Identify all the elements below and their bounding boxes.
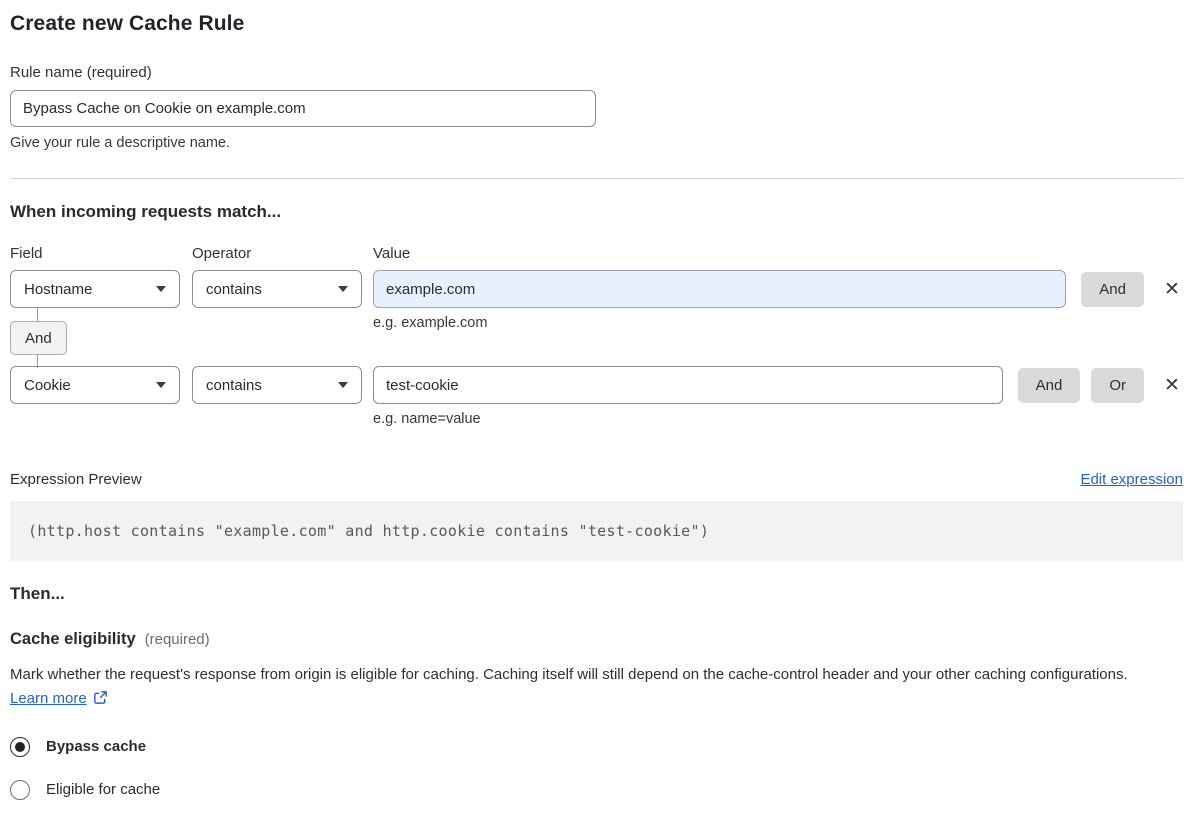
and-button-row-1[interactable]: And bbox=[1081, 271, 1144, 307]
create-cache-rule-form: Create new Cache Rule Rule name (require… bbox=[0, 0, 1200, 830]
expression-header: Expression Preview Edit expression bbox=[10, 471, 1183, 488]
field-select-2[interactable]: Cookie bbox=[10, 366, 180, 404]
operator-select-2-value: contains bbox=[206, 376, 262, 394]
chevron-down-icon bbox=[156, 286, 166, 292]
operator-column-label: Operator bbox=[192, 245, 252, 262]
radio-label-eligible-for-cache: Eligible for cache bbox=[46, 781, 161, 799]
radio-dot bbox=[15, 741, 25, 752]
description-text: Mark whether the request's response from… bbox=[10, 666, 1128, 683]
and-button-row-2[interactable]: And bbox=[1017, 367, 1081, 403]
value-help-2: e.g. name=value bbox=[373, 411, 481, 427]
then-heading: Then... bbox=[10, 584, 65, 603]
condition-row-1: Hostname contains And ✕ bbox=[10, 270, 1183, 308]
rule-name-input[interactable] bbox=[10, 90, 596, 127]
rule-name-help: Give your rule a descriptive name. bbox=[10, 135, 231, 151]
value-input-1[interactable] bbox=[373, 270, 1067, 308]
learn-more-link[interactable]: Learn more bbox=[10, 690, 87, 707]
remove-condition-icon[interactable]: ✕ bbox=[1161, 278, 1183, 300]
value-input-2[interactable] bbox=[373, 366, 1003, 404]
and-connector-button[interactable]: And bbox=[10, 321, 67, 355]
field-select-2-value: Cookie bbox=[24, 376, 71, 394]
row-1-buttons: And ✕ bbox=[1081, 271, 1183, 307]
edit-expression-link[interactable]: Edit expression bbox=[1080, 471, 1183, 488]
between-rows: e.g. example.com And bbox=[10, 308, 1183, 368]
operator-select-1-value: contains bbox=[206, 280, 262, 298]
chevron-down-icon bbox=[338, 286, 348, 292]
external-link-icon bbox=[93, 689, 108, 713]
chevron-down-icon bbox=[156, 382, 166, 388]
cache-eligibility-description: Mark whether the request's response from… bbox=[10, 663, 1170, 714]
condition-row-2: Cookie contains And Or ✕ bbox=[10, 366, 1183, 404]
cache-eligibility-heading-row: Cache eligibility (required) bbox=[10, 630, 1183, 649]
operator-select-2[interactable]: contains bbox=[192, 366, 362, 404]
expression-code: (http.host contains "example.com" and ht… bbox=[10, 501, 1183, 561]
required-note: (required) bbox=[144, 631, 210, 648]
field-column-label: Field bbox=[10, 245, 43, 262]
operator-select-1[interactable]: contains bbox=[192, 270, 362, 308]
cache-eligibility-heading: Cache eligibility bbox=[10, 630, 136, 648]
condition-column-labels: Field Operator Value bbox=[10, 245, 1183, 262]
rule-name-label: Rule name (required) bbox=[10, 64, 152, 81]
page-title: Create new Cache Rule bbox=[10, 12, 245, 35]
remove-condition-icon[interactable]: ✕ bbox=[1161, 374, 1183, 396]
radio-unselected-icon[interactable] bbox=[10, 779, 30, 800]
radio-option-eligible-for-cache[interactable]: Eligible for cache bbox=[10, 779, 1183, 800]
section-divider bbox=[10, 178, 1183, 179]
and-connector-wrap: And bbox=[10, 308, 67, 368]
chevron-down-icon bbox=[338, 382, 348, 388]
or-button-row-2[interactable]: Or bbox=[1091, 367, 1144, 403]
radio-label-bypass-cache: Bypass cache bbox=[46, 738, 147, 756]
field-select-1[interactable]: Hostname bbox=[10, 270, 180, 308]
radio-option-bypass-cache[interactable]: Bypass cache bbox=[10, 736, 1183, 757]
connector-line bbox=[37, 308, 38, 322]
radio-selected-icon[interactable] bbox=[10, 736, 30, 757]
value-help-1: e.g. example.com bbox=[373, 315, 488, 331]
row-2-buttons: And Or ✕ bbox=[1017, 367, 1183, 403]
field-select-1-value: Hostname bbox=[24, 280, 93, 298]
expression-preview-label: Expression Preview bbox=[10, 471, 142, 488]
value-column-label: Value bbox=[373, 245, 411, 262]
connector-line bbox=[37, 355, 38, 368]
match-heading: When incoming requests match... bbox=[10, 202, 282, 221]
